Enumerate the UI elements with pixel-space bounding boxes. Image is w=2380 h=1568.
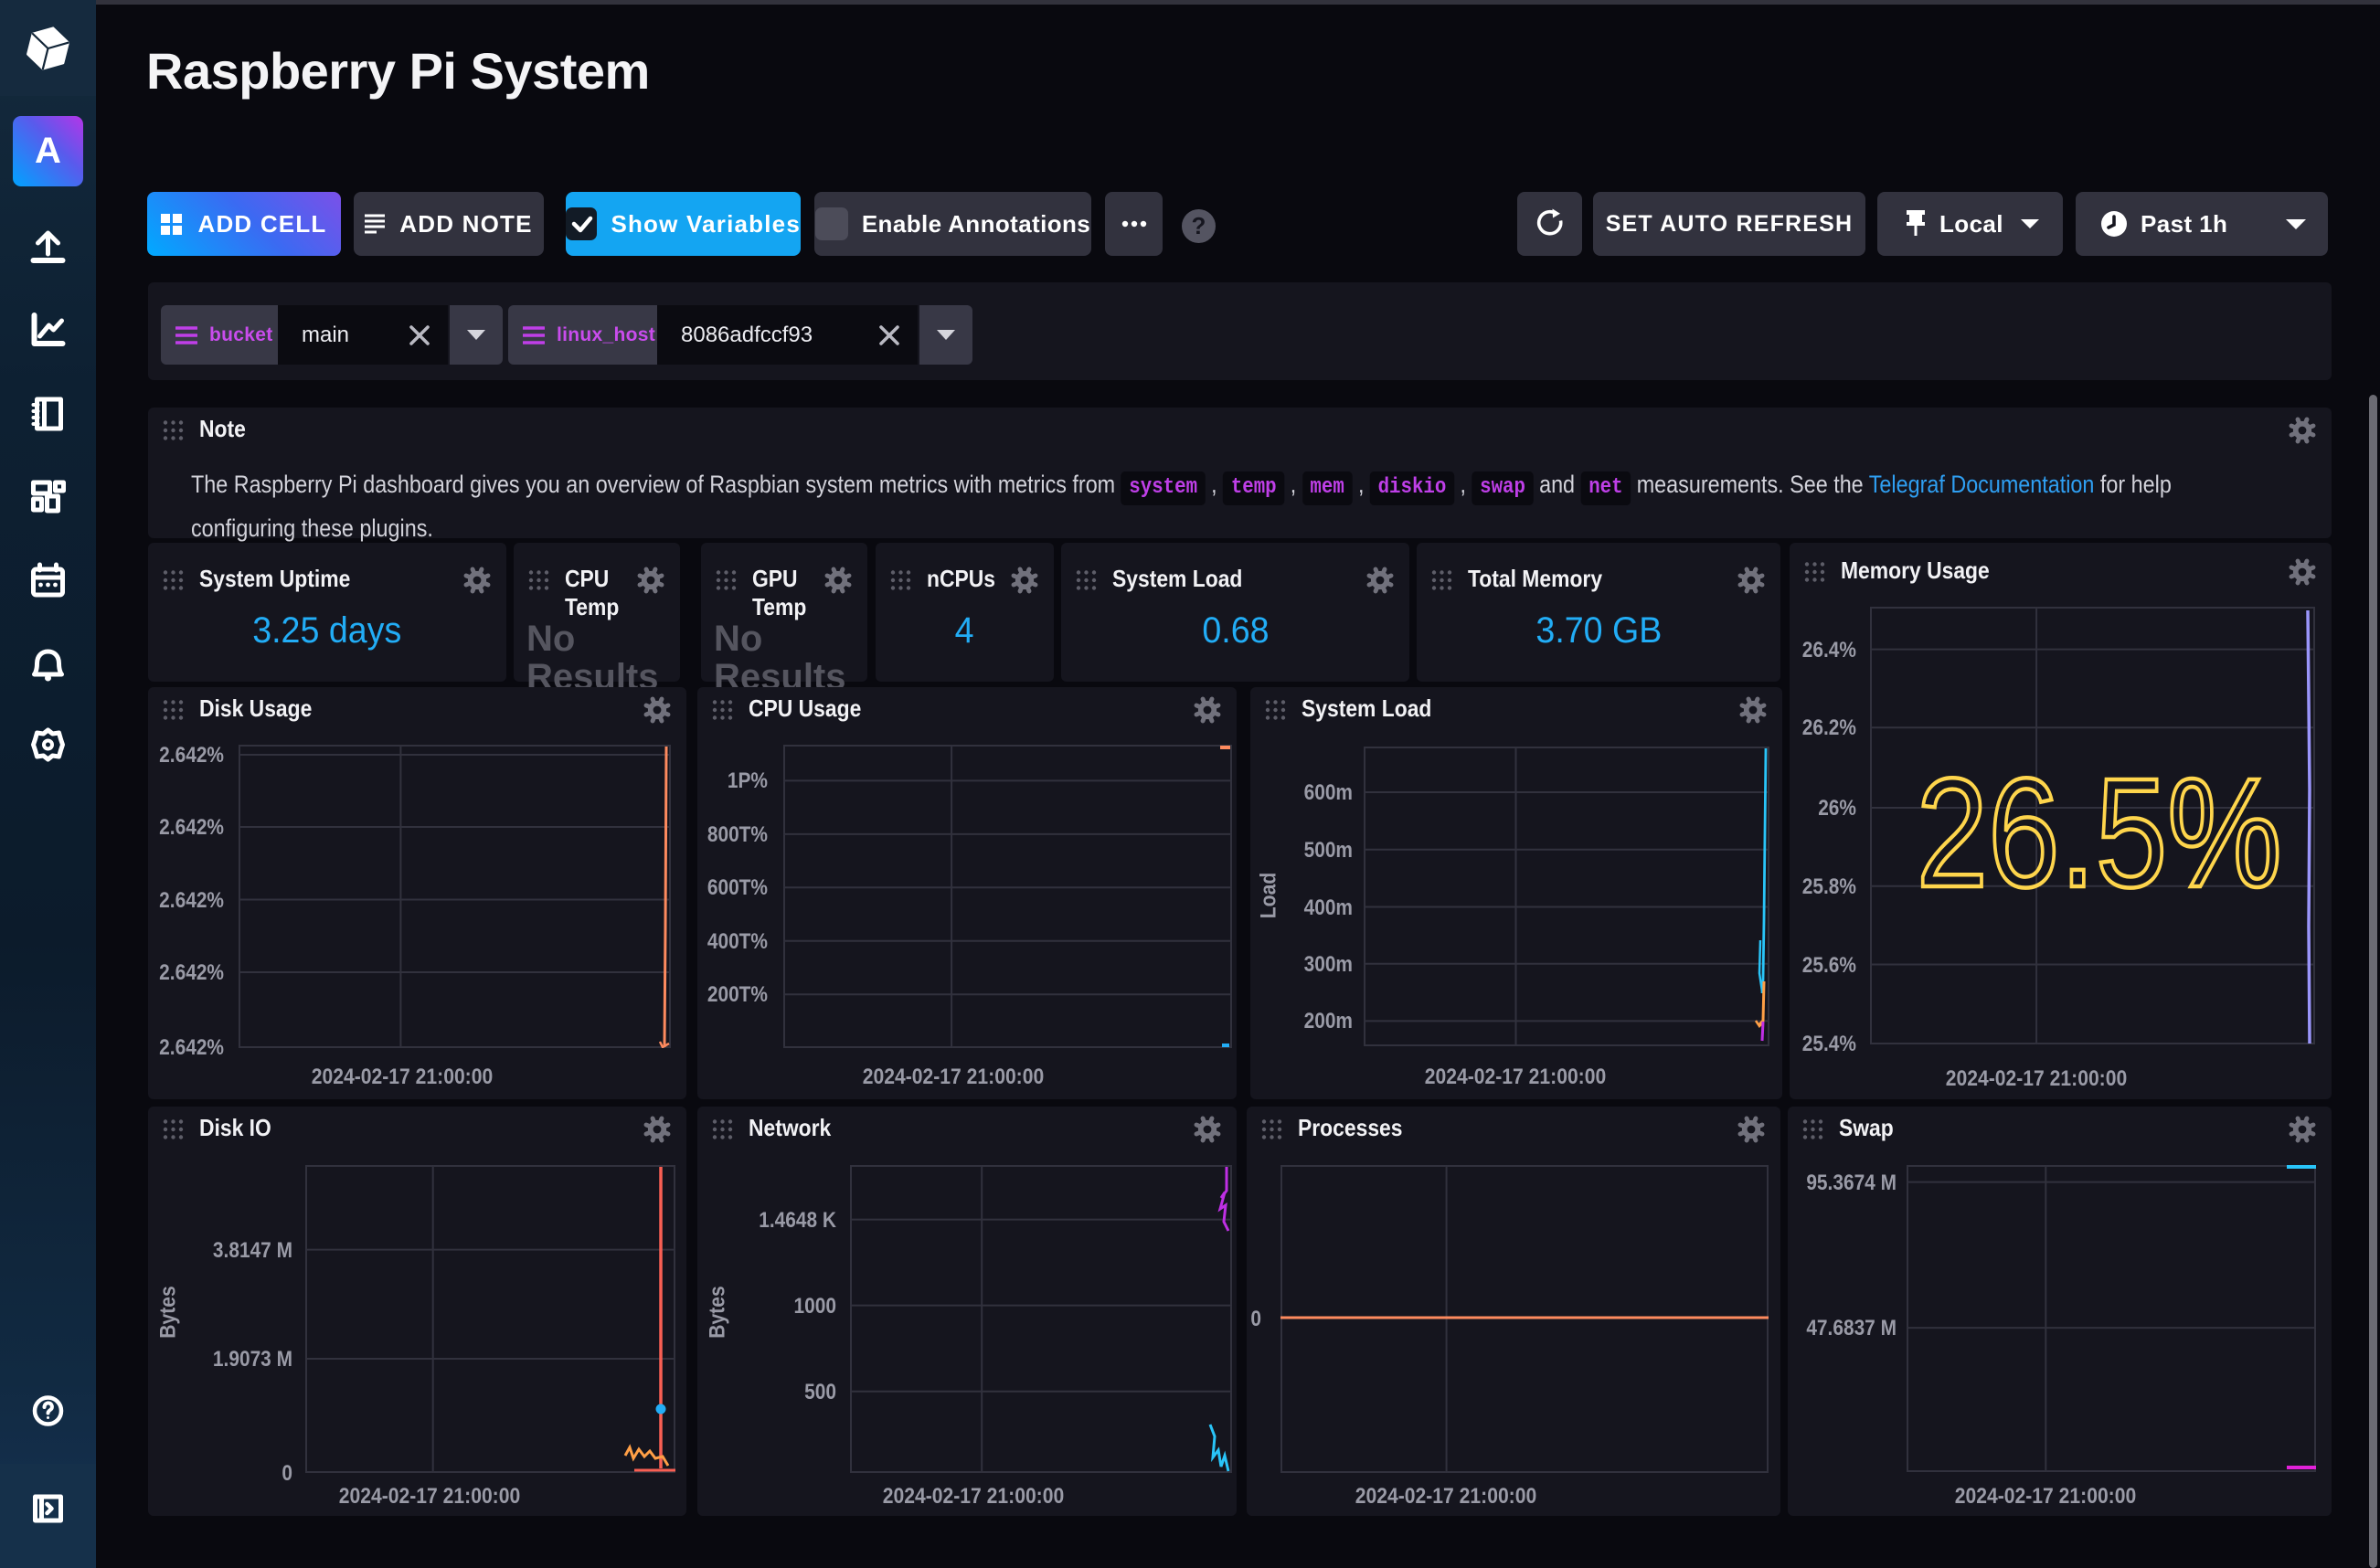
svg-text:26.5%: 26.5% [1917, 747, 2282, 914]
